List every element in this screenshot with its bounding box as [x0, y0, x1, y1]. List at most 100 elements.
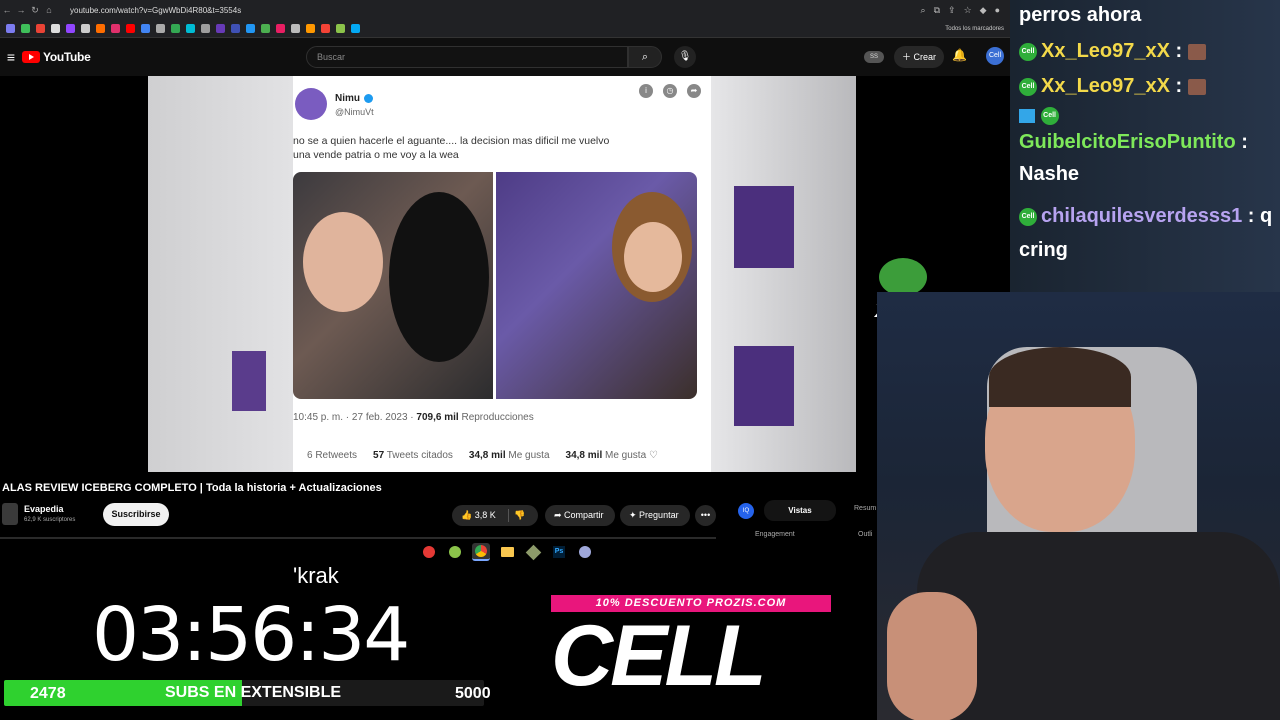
like-dislike-group: 👍 3,8 K 👎: [452, 505, 538, 526]
app-icon[interactable]: [576, 543, 594, 561]
bookmarks-bar: Todos los marcadores: [0, 20, 1010, 38]
address-bar[interactable]: youtube.com/watch?v=GgwWbDi4R80&t=3554s: [70, 6, 241, 15]
chat-text-line: Nashe: [1019, 163, 1079, 186]
outline-label: Outli: [858, 531, 873, 538]
subathon-timer: 03:56:34: [92, 592, 410, 678]
share-label: Compartir: [564, 510, 604, 520]
extensions-icon[interactable]: ◆: [980, 5, 987, 16]
all-bookmarks-folder[interactable]: Todos los marcadores: [945, 26, 1010, 32]
ask-button[interactable]: ✦ Preguntar: [620, 505, 690, 526]
forward-icon[interactable]: →: [14, 5, 28, 15]
bookmark-icon[interactable]: [276, 24, 285, 33]
tweet-likes: 34,8 mil Me gusta: [469, 450, 550, 461]
like-button[interactable]: 👍 3,8 K: [461, 510, 496, 520]
bookmark-star-icon[interactable]: ☆: [964, 5, 972, 16]
bookmark-icon[interactable]: [156, 24, 165, 33]
bookmark-icon[interactable]: [261, 24, 270, 33]
chat-message: Cell Xx_Leo97_xX :: [1019, 75, 1206, 98]
bookmark-icon[interactable]: [81, 24, 90, 33]
cube-badge-icon: [1019, 108, 1035, 123]
subs-label: SUBS EN EXTENSIBLE: [165, 684, 342, 701]
voice-search-button[interactable]: 🎙: [674, 46, 696, 68]
tweet-likes: 34,8 mil Me gusta ♡: [566, 450, 658, 461]
subscriber-count: 62,9 K suscriptores: [24, 517, 76, 523]
extension-icon[interactable]: IQ: [738, 503, 754, 519]
share-icon[interactable]: ⇪: [948, 5, 956, 16]
tweet-author-name: Nimu: [335, 93, 373, 104]
info-icon[interactable]: i: [639, 84, 653, 98]
tab-resumen[interactable]: Resum: [854, 505, 876, 512]
webcam-feed: [877, 292, 1280, 720]
photoshop-icon[interactable]: Ps: [550, 543, 568, 561]
streamer-hair: [989, 347, 1131, 407]
overlay-partial-text: 'krak: [293, 563, 339, 588]
dislike-button[interactable]: 👎: [514, 505, 525, 526]
chrome-icon[interactable]: [472, 543, 490, 561]
tweet-views-label: Reproducciones: [458, 412, 534, 423]
search-input[interactable]: Buscar: [306, 46, 628, 68]
youtube-play-icon: [22, 51, 40, 63]
video-player[interactable]: Nimu @NimuVt i ◷ ➦ no se a quien hacerle…: [148, 76, 856, 472]
sub-badge-icon: Cell: [1040, 106, 1059, 125]
helmet: [389, 192, 489, 362]
bookmark-icon[interactable]: [201, 24, 210, 33]
streamer-arm: [887, 592, 977, 720]
bookmark-icon[interactable]: [246, 24, 255, 33]
bookmark-icon[interactable]: [231, 24, 240, 33]
bookmark-icon[interactable]: [96, 24, 105, 33]
bookmark-icon[interactable]: [306, 24, 315, 33]
chat-text: perros ahora: [1019, 4, 1142, 26]
app-icon[interactable]: [446, 543, 464, 561]
profile-icon[interactable]: ●: [995, 5, 1000, 16]
app-icon[interactable]: [524, 543, 542, 561]
tab-vistas[interactable]: Vistas: [764, 500, 836, 521]
reload-icon[interactable]: ↻: [28, 5, 42, 16]
bookmark-icon[interactable]: [141, 24, 150, 33]
bookmark-icon[interactable]: [336, 24, 345, 33]
browser-actions: ⌕ ⧉ ⇪ ☆ ◆ ●: [921, 5, 1010, 16]
instagram-icon[interactable]: [111, 24, 120, 33]
youtube-logo[interactable]: YouTube: [22, 50, 91, 64]
bookmark-icon[interactable]: [321, 24, 330, 33]
tweet-photo-right: [496, 172, 697, 399]
extension-badge[interactable]: SS: [864, 51, 884, 63]
verified-icon: [364, 93, 373, 103]
bookmark-icon[interactable]: [186, 24, 195, 33]
subscribe-button[interactable]: Suscribirse: [103, 503, 169, 526]
like-count: 3,8 K: [474, 510, 496, 520]
zoom-icon[interactable]: ⌕: [921, 5, 926, 16]
menu-icon[interactable]: ≡: [0, 49, 22, 65]
home-icon[interactable]: ⌂: [42, 5, 56, 15]
channel-name[interactable]: Evapedia: [24, 504, 64, 514]
twitch-icon[interactable]: [66, 24, 75, 33]
share-button[interactable]: ➦ Compartir: [545, 505, 615, 526]
share-arrow-icon[interactable]: ➦: [687, 84, 701, 98]
watch-later-icon[interactable]: ◷: [663, 84, 677, 98]
chat-message: GuibelcitoErisoPuntito :: [1019, 131, 1248, 154]
bookmark-icon[interactable]: [171, 24, 180, 33]
search-button[interactable]: ⌕: [628, 46, 662, 68]
account-avatar[interactable]: Cell: [986, 47, 1004, 65]
sparkle-icon: ✦: [629, 510, 640, 520]
channel-avatar[interactable]: [2, 503, 18, 525]
create-button[interactable]: ＋ Crear: [894, 46, 945, 68]
bookmark-icon[interactable]: [351, 24, 360, 33]
create-label: Crear: [913, 52, 937, 62]
obs-icon[interactable]: [420, 543, 438, 561]
subs-goal: 5000: [455, 685, 491, 702]
notifications-bell-icon[interactable]: 🔔: [952, 48, 967, 62]
chat-username: Xx_Leo97_xX: [1041, 75, 1170, 97]
more-actions-button[interactable]: •••: [695, 505, 716, 526]
youtube-icon[interactable]: [126, 24, 135, 33]
install-icon[interactable]: ⧉: [934, 5, 940, 16]
bookmark-icon[interactable]: [6, 24, 15, 33]
person-face: [624, 222, 682, 292]
bookmark-icon[interactable]: [216, 24, 225, 33]
back-icon[interactable]: ←: [0, 5, 14, 15]
x-icon[interactable]: [51, 24, 60, 33]
tweet-retweets: 6 Retweets: [307, 450, 358, 461]
bookmark-icon[interactable]: [291, 24, 300, 33]
file-explorer-icon[interactable]: [498, 543, 516, 561]
gmail-icon[interactable]: [36, 24, 45, 33]
bookmark-icon[interactable]: [21, 24, 30, 33]
